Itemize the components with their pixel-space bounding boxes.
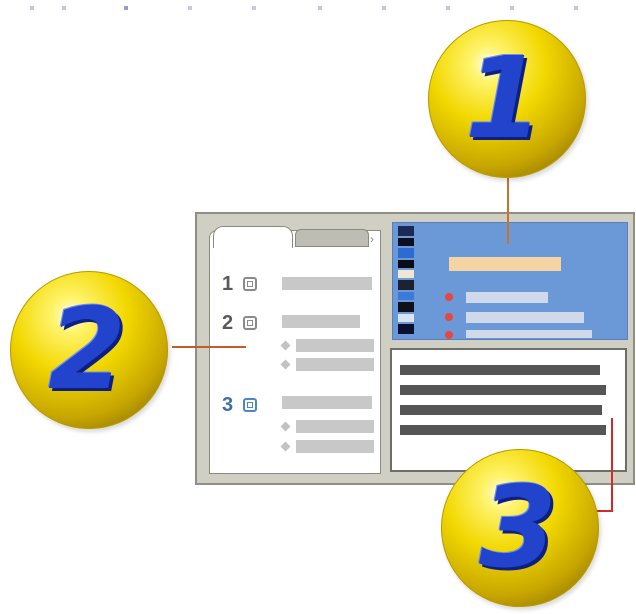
row-2-bar xyxy=(282,315,360,328)
folder-tab-inactive xyxy=(295,229,369,247)
dot xyxy=(188,6,192,10)
text-line-bar xyxy=(400,405,602,415)
callout-ball-1: 1 xyxy=(428,20,586,178)
dot xyxy=(318,6,322,10)
top-dotted-border xyxy=(0,0,636,16)
callout-number-1: 1 xyxy=(465,34,543,164)
callout-number-2: 2 xyxy=(48,285,126,415)
content-bar xyxy=(466,292,548,303)
row-1-bar xyxy=(282,277,372,290)
text-line-bar xyxy=(400,425,606,435)
dot xyxy=(252,6,256,10)
callout-ball-3: 3 xyxy=(441,449,599,607)
content-bar xyxy=(466,330,592,338)
row-3-subitem-bar xyxy=(296,420,374,433)
text-line-bar xyxy=(400,365,600,375)
checkbox-icon xyxy=(243,398,257,412)
bullet-icon xyxy=(445,313,453,321)
callout-line-3-horizontal xyxy=(596,510,613,512)
row-number-2: 2 xyxy=(222,312,234,334)
left-panel xyxy=(209,230,381,474)
row-number-1: 1 xyxy=(222,273,234,295)
tab-scroll-arrow-icon: › xyxy=(370,232,374,246)
bullet-icon xyxy=(445,293,453,301)
dot xyxy=(510,6,514,10)
callout-line-1 xyxy=(507,176,509,244)
dot xyxy=(574,6,578,10)
text-line-bar xyxy=(400,385,606,395)
row-number-3: 3 xyxy=(222,394,234,416)
dot xyxy=(446,6,450,10)
callout-ball-2: 2 xyxy=(10,271,168,429)
row-2-subitem-bar xyxy=(296,339,374,352)
content-bar xyxy=(466,312,584,323)
checkbox-icon xyxy=(243,316,257,330)
dot xyxy=(124,6,128,10)
callout-line-2 xyxy=(172,346,246,348)
bullet-icon xyxy=(445,331,453,339)
callout-number-3: 3 xyxy=(479,463,557,593)
dot xyxy=(382,6,386,10)
row-2-subitem-bar xyxy=(296,358,374,371)
film-strip-icon xyxy=(398,226,414,336)
row-3-bar xyxy=(282,396,372,409)
callout-line-3-vertical xyxy=(611,418,613,512)
row-3-subitem-bar xyxy=(296,440,374,453)
dot xyxy=(62,6,66,10)
checkbox-icon xyxy=(243,277,257,291)
dot xyxy=(30,6,34,10)
highlight-bar xyxy=(449,257,561,271)
folder-tab-active xyxy=(213,226,293,248)
